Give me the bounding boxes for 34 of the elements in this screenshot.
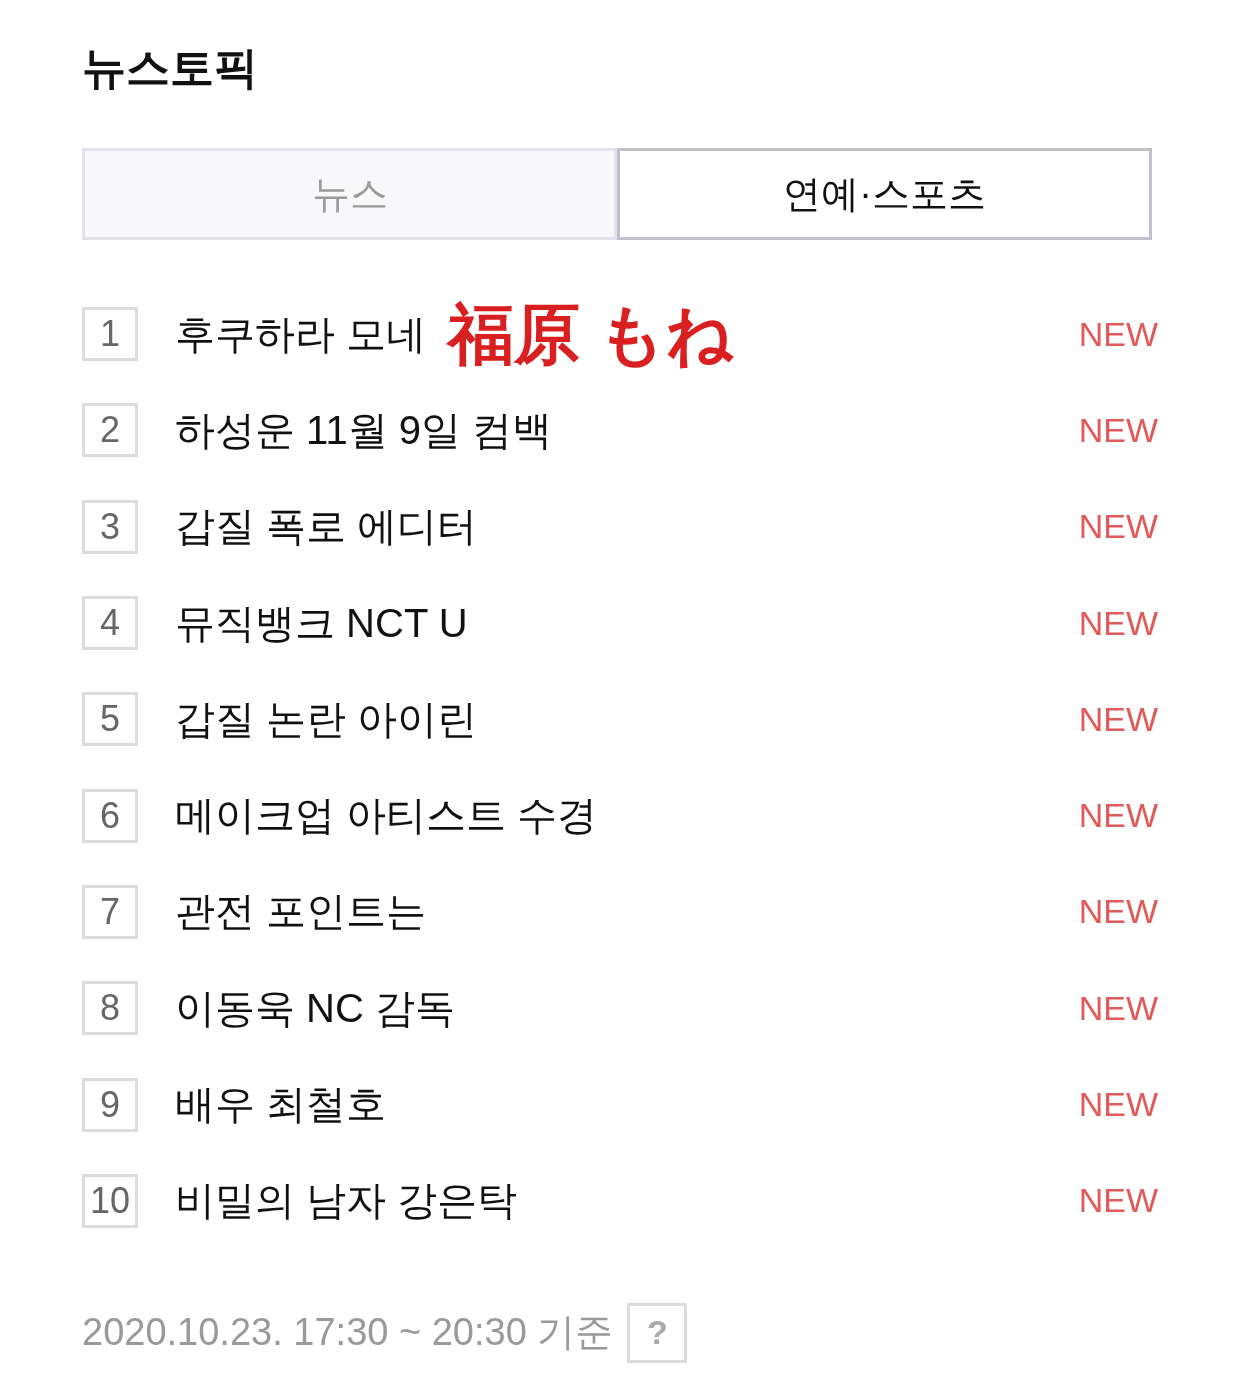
topic-link[interactable]: 이동욱 NC 감독 xyxy=(175,980,455,1036)
new-label: NEW xyxy=(1078,892,1158,932)
topic-link[interactable]: 관전 포인트는 xyxy=(175,884,427,940)
topic-link[interactable]: 하성운 11월 9일 컴백 xyxy=(175,402,553,458)
new-label: NEW xyxy=(1078,603,1158,643)
topic-link[interactable]: 배우 최철호 xyxy=(175,1077,387,1132)
new-label: NEW xyxy=(1078,507,1158,547)
rank-number: 6 xyxy=(82,788,138,843)
new-label: NEW xyxy=(1078,796,1158,836)
rank-number: 8 xyxy=(82,981,138,1036)
new-label: NEW xyxy=(1078,314,1158,354)
new-label: NEW xyxy=(1078,1085,1158,1124)
new-label: NEW xyxy=(1078,410,1158,450)
tab[interactable]: 연예·스포츠 xyxy=(617,148,1152,240)
rank-number: 4 xyxy=(82,596,138,651)
rank-number: 5 xyxy=(82,692,138,747)
rank-number: 9 xyxy=(82,1077,138,1132)
topic-link[interactable]: 갑질 논란 아이린 xyxy=(175,691,478,747)
topic-link[interactable]: 뮤직뱅크 NCT U xyxy=(175,595,468,651)
section-title: 뉴스토픽 xyxy=(82,42,259,94)
new-label: NEW xyxy=(1078,699,1158,739)
new-label: NEW xyxy=(1078,988,1158,1028)
new-label: NEW xyxy=(1078,1181,1158,1221)
topic-link[interactable]: 갑질 폭로 에디터 xyxy=(175,499,478,555)
topic-link[interactable]: 메이크업 아티스트 수경 xyxy=(175,788,598,844)
rank-number: 2 xyxy=(82,403,138,458)
rank-number: 10 xyxy=(82,1173,138,1228)
rank-number: 3 xyxy=(82,499,138,554)
annotation-text: 福原 もね xyxy=(448,301,735,368)
topic-link[interactable]: 후쿠하라 모네 xyxy=(175,306,427,362)
rank-number: 7 xyxy=(82,884,138,939)
rank-number: 1 xyxy=(82,307,138,362)
timestamp-text: 2020.10.23. 17:30 ~ 20:30 기준 xyxy=(82,1310,614,1356)
topic-link[interactable]: 비밀의 남자 강은탁 xyxy=(175,1173,518,1229)
